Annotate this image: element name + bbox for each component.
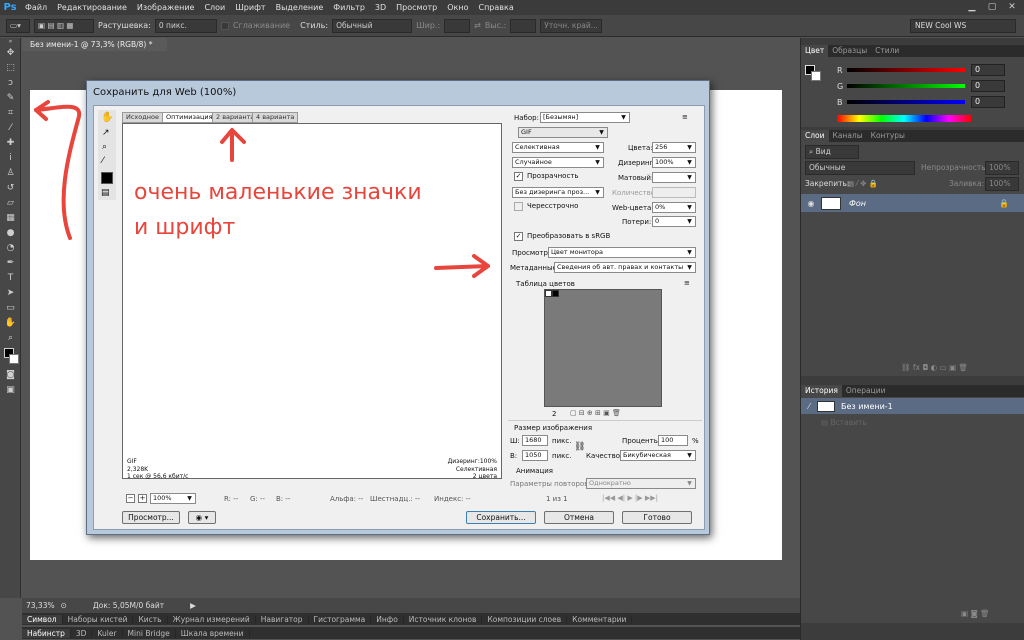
tab-clone-source[interactable]: Источник клонов [404, 614, 483, 624]
tab-kuler[interactable]: Kuler [92, 628, 123, 638]
tab-navigator[interactable]: Навигатор [256, 614, 309, 624]
layers-footer-icons[interactable]: ⛓ fx ◘ ◐ ▭ ▣ 🗑 [901, 363, 968, 372]
tab-character[interactable]: Символ [22, 614, 63, 624]
history-panel: ⁄ Без имени-1 ▤ Вставить ▣ ◙ 🗑 [801, 397, 1024, 623]
color-panel-tabs: Цвет Образцы Стили [801, 45, 1024, 57]
lock-icon: 🔒 [999, 198, 1009, 208]
layers-panel-tabs: Слои Каналы Контуры [801, 130, 1024, 142]
opacity-label: Непрозрачность: [921, 163, 989, 172]
snapshot-thumbnail [817, 400, 835, 412]
layer-row[interactable]: ◉ Фон 🔒 [801, 194, 1024, 212]
tab-history[interactable]: История [801, 385, 842, 397]
layers-panel: ⌕ Вид Обычные Непрозрачность: 100% Закре… [801, 142, 1024, 376]
tab-layers[interactable]: Слои [801, 130, 829, 142]
r-value[interactable]: 0 [971, 64, 1005, 76]
history-snapshot[interactable]: ⁄ Без имени-1 [801, 398, 1024, 414]
lock-label: Закрепить: [805, 179, 850, 188]
kind-filter[interactable]: ⌕ Вид [805, 145, 859, 159]
tab-timeline[interactable]: Шкала времени [176, 628, 250, 638]
status-menu-icon[interactable]: ⊙ [61, 601, 67, 610]
blend-mode-select[interactable]: Обычные [805, 161, 915, 175]
background-color[interactable] [811, 71, 821, 81]
tab-measurement-log[interactable]: Журнал измерений [168, 614, 256, 624]
tab-histogram[interactable]: Гистограмма [309, 614, 372, 624]
tab-info[interactable]: Инфо [371, 614, 404, 624]
arrow-to-toolbar [34, 104, 82, 240]
tab-brush[interactable]: Кисть [133, 614, 168, 624]
color-panel: R 0 G 0 B 0 [801, 57, 1024, 127]
search-icon: ⌕ [809, 147, 816, 156]
tab-notes[interactable]: Комментарии [567, 614, 633, 624]
g-value[interactable]: 0 [971, 80, 1005, 92]
visibility-eye-icon[interactable]: ◉ [801, 199, 821, 208]
tab-layer-comps[interactable]: Композиции слоев [482, 614, 568, 624]
tab-swatches[interactable]: Образцы [828, 45, 871, 57]
tab-mini-bridge[interactable]: Mini Bridge [123, 628, 176, 638]
b-value[interactable]: 0 [971, 96, 1005, 108]
tab-tool-presets[interactable]: Набинстр [22, 628, 71, 638]
fill-input[interactable]: 100% [985, 177, 1019, 191]
history-state[interactable]: ▤ Вставить [821, 418, 867, 427]
r-slider[interactable]: R [837, 65, 965, 75]
layer-name[interactable]: Фон [849, 199, 866, 208]
history-footer-icons[interactable]: ▣ ◙ 🗑 [961, 609, 990, 618]
tab-3d[interactable]: 3D [71, 628, 93, 638]
right-panels: Цвет Образцы Стили R 0 G 0 B 0 Слои Кана… [800, 38, 1024, 640]
history-brush-source-icon[interactable]: ⁄ [801, 402, 817, 411]
fill-label: Заливка: [949, 179, 985, 188]
bottom-panel-tabs-1: Символ Наборы кистей Кисть Журнал измере… [22, 613, 800, 625]
tab-brush-presets[interactable]: Наборы кистей [63, 614, 134, 624]
bottom-panel-tabs-2: Набинстр 3D Kuler Mini Bridge Шкала врем… [22, 627, 800, 639]
opacity-input[interactable]: 100% [985, 161, 1019, 175]
layer-thumbnail [821, 196, 841, 210]
tab-paths[interactable]: Контуры [867, 130, 909, 142]
tab-channels[interactable]: Каналы [829, 130, 867, 142]
tab-styles[interactable]: Стили [871, 45, 903, 57]
arrow-to-settings [434, 254, 490, 278]
tab-actions[interactable]: Операции [842, 385, 890, 397]
lock-icons[interactable]: ▦ ⁄ ✥ 🔒 [847, 179, 878, 188]
g-slider[interactable]: G [837, 81, 965, 91]
b-slider[interactable]: B [837, 97, 965, 107]
status-arrow-icon[interactable]: ▶ [190, 601, 196, 610]
zoom-level[interactable]: 73,33% [26, 601, 55, 610]
history-panel-tabs: История Операции [801, 385, 1024, 397]
snapshot-name[interactable]: Без имени-1 [841, 402, 893, 411]
color-ramp[interactable] [837, 115, 971, 122]
doc-size: Док: 5,05M/0 байт [92, 601, 165, 610]
status-bar: 73,33% ⊙ Док: 5,05M/0 байт ▶ [22, 598, 800, 613]
tab-color[interactable]: Цвет [801, 45, 829, 57]
arrow-to-tabs [220, 128, 246, 162]
